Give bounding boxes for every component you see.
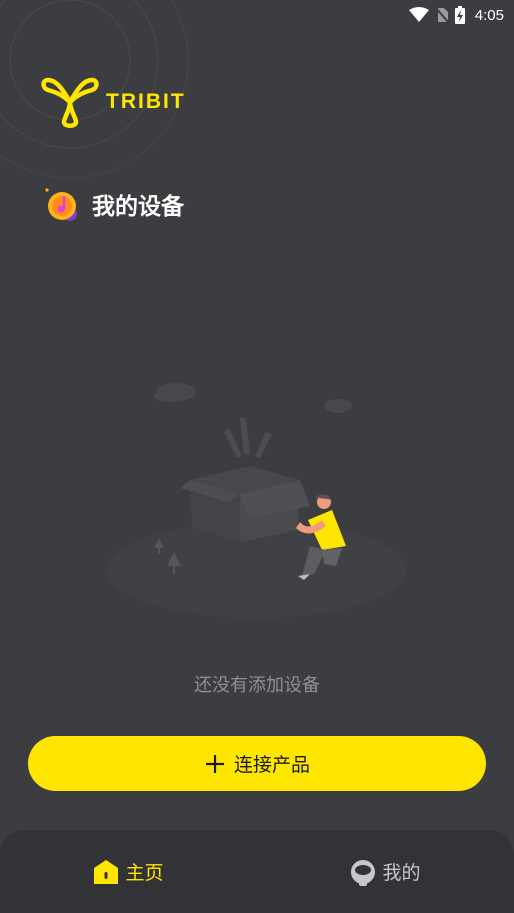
battery-charging-icon bbox=[454, 6, 465, 24]
status-bar: 4:05 bbox=[0, 0, 514, 30]
empty-box-illustration bbox=[107, 383, 407, 618]
nav-label-mine: 我的 bbox=[382, 862, 421, 884]
empty-state-message: 还没有添加设备 bbox=[194, 675, 320, 696]
tribit-logo-icon bbox=[41, 77, 99, 128]
profile-icon bbox=[351, 859, 376, 886]
music-note-icon bbox=[45, 188, 77, 221]
bottom-nav: 主页 我的 bbox=[0, 830, 514, 913]
logo-text: TRIBIT bbox=[106, 90, 186, 113]
plus-icon bbox=[205, 754, 224, 773]
wifi-icon bbox=[408, 7, 429, 22]
status-time: 4:05 bbox=[474, 6, 504, 24]
no-sim-icon bbox=[435, 7, 449, 23]
status-icons: 4:05 bbox=[408, 4, 504, 26]
nav-label-home: 主页 bbox=[125, 862, 164, 884]
section-title: 我的设备 bbox=[92, 194, 184, 220]
home-icon bbox=[94, 859, 119, 884]
connect-product-button[interactable]: 连接产品 bbox=[28, 736, 486, 791]
my-devices-header: 我的设备 bbox=[44, 184, 184, 224]
nav-tab-home[interactable]: 主页 bbox=[0, 830, 257, 913]
connect-button-label: 连接产品 bbox=[233, 755, 310, 776]
brand-logo: TRIBIT bbox=[40, 76, 190, 128]
nav-tab-mine[interactable]: 我的 bbox=[257, 830, 514, 913]
